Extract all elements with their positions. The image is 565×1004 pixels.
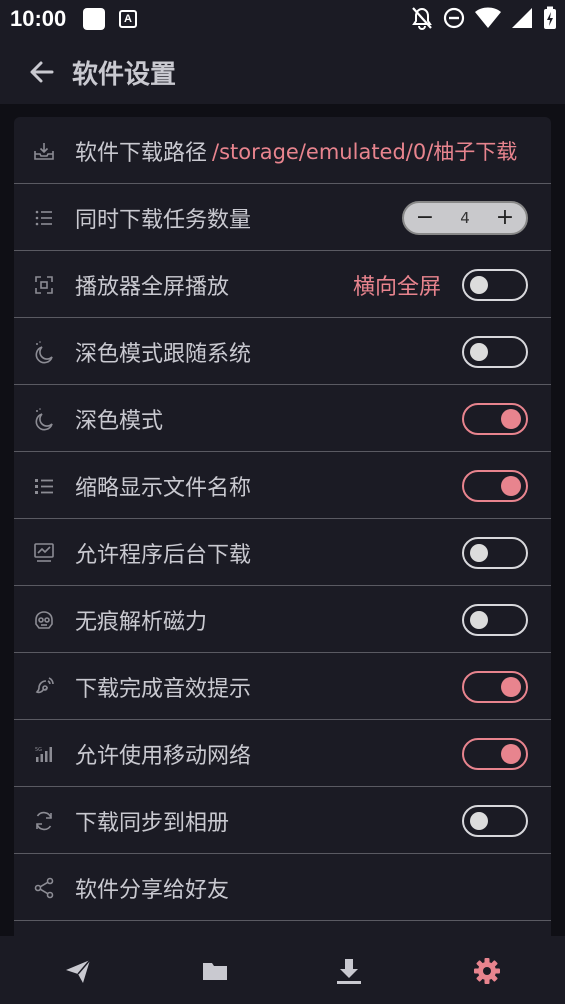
toggle-knob	[470, 343, 488, 361]
background-download-toggle[interactable]	[462, 537, 528, 569]
app-bar: 软件设置	[0, 40, 565, 104]
setting-label: 播放器全屏播放	[75, 275, 230, 300]
sound-icon	[35, 677, 54, 694]
settings-gear-icon[interactable]	[472, 956, 502, 986]
toggle-knob	[470, 276, 488, 294]
task-count-stepper: − 4 +	[402, 201, 528, 235]
signal-strength-icon	[512, 8, 532, 28]
setting-sync-album[interactable]: 下载同步到相册	[14, 787, 551, 854]
setting-label: 软件下载路径	[75, 141, 208, 166]
setting-label: 允许程序后台下载	[75, 543, 252, 568]
setting-label: 缩略显示文件名称	[75, 476, 252, 501]
moon-icon	[35, 341, 53, 364]
share-icon	[34, 877, 54, 899]
incognito-toggle[interactable]	[462, 604, 528, 636]
folder-icon[interactable]	[200, 956, 230, 986]
setting-label: 同时下载任务数量	[75, 208, 252, 233]
setting-label: 软件分享给好友	[75, 878, 230, 903]
setting-abbreviate-filenames[interactable]: 缩略显示文件名称	[14, 452, 551, 519]
dark-mode-toggle[interactable]	[462, 403, 528, 435]
notification-square-icon	[83, 8, 105, 30]
setting-player-fullscreen[interactable]: 播放器全屏播放 横向全屏	[14, 251, 551, 318]
toggle-knob	[470, 611, 488, 629]
dark-follow-toggle[interactable]	[462, 336, 528, 368]
moon-icon	[35, 408, 53, 431]
toggle-knob	[470, 544, 488, 562]
toggle-knob	[501, 409, 521, 429]
send-icon[interactable]	[63, 956, 93, 986]
settings-list: 软件下载路径 /storage/emulated/0/柚子下载 同时下载任务数量…	[14, 117, 551, 947]
sound-toggle[interactable]	[462, 671, 528, 703]
setting-mobile-network[interactable]: 5G 允许使用移动网络	[14, 720, 551, 787]
setting-label: 下载同步到相册	[75, 811, 230, 836]
setting-label: 允许使用移动网络	[75, 744, 252, 769]
setting-label: 深色模式	[75, 409, 164, 434]
setting-label: 深色模式跟随系统	[75, 342, 252, 367]
download-icon[interactable]	[334, 956, 364, 986]
wifi-icon	[475, 7, 501, 28]
do-not-disturb-icon	[443, 7, 465, 29]
sync-album-toggle[interactable]	[462, 805, 528, 837]
setting-dark-follow-system[interactable]: 深色模式跟随系统	[14, 318, 551, 385]
notification-a-icon: A	[119, 10, 137, 28]
setting-concurrent-tasks: 同时下载任务数量 − 4 +	[14, 184, 551, 251]
setting-label: 下载完成音效提示	[75, 677, 252, 702]
list-icon	[35, 479, 53, 494]
status-time: 10:00	[10, 6, 67, 31]
fullscreen-mode-value[interactable]: 横向全屏	[353, 269, 441, 301]
increment-button[interactable]: +	[488, 203, 522, 233]
setting-background-download[interactable]: 允许程序后台下载	[14, 519, 551, 586]
signal-icon: 5G	[35, 747, 52, 762]
sync-icon	[36, 811, 52, 831]
setting-dark-mode[interactable]: 深色模式	[14, 385, 551, 452]
fullscreen-icon	[35, 276, 53, 294]
battery-charging-icon	[544, 6, 556, 29]
abbreviate-toggle[interactable]	[462, 470, 528, 502]
bottom-navigation	[0, 936, 565, 1004]
setting-share-app[interactable]: 软件分享给好友	[14, 854, 551, 921]
setting-incognito-magnet[interactable]: 无痕解析磁力	[14, 586, 551, 653]
incognito-icon	[35, 611, 53, 629]
toggle-knob	[501, 744, 521, 764]
back-arrow-icon[interactable]	[26, 56, 58, 88]
monitor-chart-icon	[34, 543, 54, 562]
list-icon	[35, 210, 52, 226]
bell-off-icon	[412, 7, 432, 30]
download-path-value: /storage/emulated/0/柚子下载	[212, 140, 518, 164]
setting-download-sound[interactable]: 下载完成音效提示	[14, 653, 551, 720]
download-tray-icon	[34, 143, 54, 160]
setting-download-path[interactable]: 软件下载路径 /storage/emulated/0/柚子下载	[14, 117, 551, 184]
page-title: 软件设置	[72, 60, 177, 90]
status-icons	[411, 6, 557, 30]
mobile-network-toggle[interactable]	[462, 738, 528, 770]
toggle-knob	[501, 677, 521, 697]
setting-label: 无痕解析磁力	[75, 610, 208, 635]
svg-text:5G: 5G	[35, 747, 42, 753]
toggle-knob	[501, 476, 521, 496]
status-bar: 10:00 A	[0, 0, 565, 40]
fullscreen-toggle[interactable]	[462, 269, 528, 301]
toggle-knob	[470, 812, 488, 830]
